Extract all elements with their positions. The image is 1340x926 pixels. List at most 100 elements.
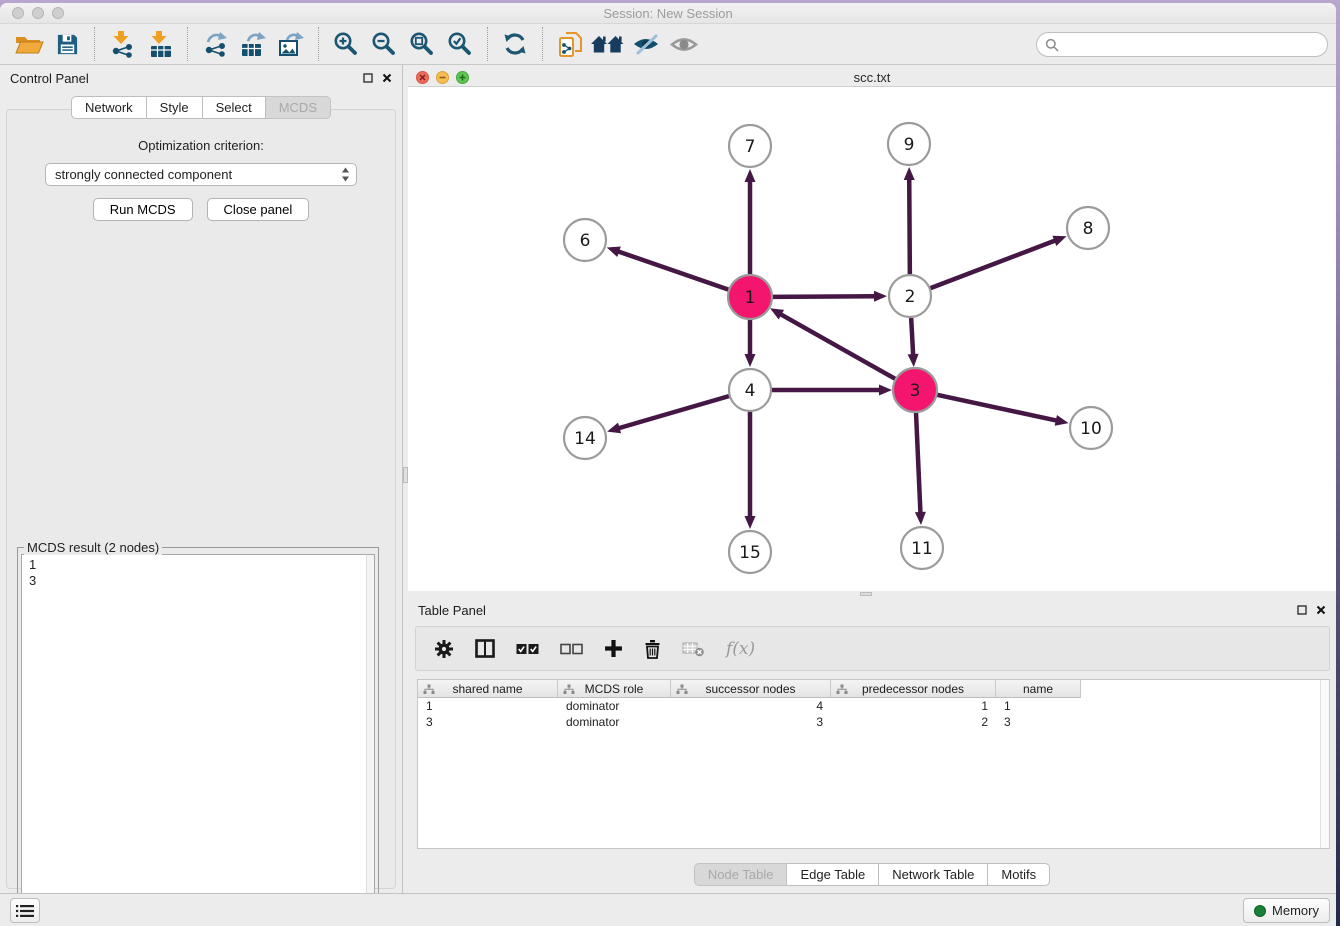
graph-edge-arrowhead [607,247,621,257]
search-input[interactable] [1064,37,1327,52]
graph-node-label: 6 [580,231,591,251]
import-network-icon[interactable] [103,27,141,61]
tab-node-table[interactable]: Node Table [694,863,788,886]
close-panel-icon[interactable] [382,73,392,83]
tab-edge-table[interactable]: Edge Table [787,863,879,886]
export-image-icon[interactable] [272,27,310,61]
table-cell[interactable]: 1 [996,698,1081,714]
splitter-grip[interactable] [860,592,872,596]
open-session-icon[interactable] [10,27,48,61]
tab-network[interactable]: Network [71,96,147,119]
tab-mcds[interactable]: MCDS [266,96,331,119]
control-panel-header: Control Panel [0,65,402,91]
search-icon [1045,38,1059,52]
graph-edge-3-1[interactable] [780,314,896,380]
memory-button[interactable]: Memory [1243,898,1330,923]
zoom-selected-icon[interactable] [441,27,479,61]
table-tabs: Node Table Edge Table Network Table Moti… [408,863,1336,886]
column-header-MCDS-role[interactable]: MCDS role [558,680,671,697]
graph-edge-3-10[interactable] [937,395,1058,421]
select-all-checkboxes-icon[interactable] [516,643,539,655]
network-canvas[interactable]: 7968124314101511 [408,87,1336,591]
status-bar: Memory [0,893,1336,926]
table-row[interactable]: 1dominator411 [418,698,1081,714]
zoom-window-button[interactable] [52,7,64,19]
minimize-window-button[interactable] [32,7,44,19]
zoom-out-icon[interactable] [365,27,403,61]
maximize-network-button[interactable] [456,71,469,84]
deselect-all-checkboxes-icon[interactable] [560,643,583,655]
graph-edge-1-6[interactable] [617,251,729,290]
task-history-button[interactable] [10,898,40,923]
table-cell[interactable]: 1 [831,698,996,714]
column-header-shared-name[interactable]: shared name [418,680,558,697]
graph-edge-3-11[interactable] [916,412,921,514]
table-cell[interactable]: 1 [418,698,558,714]
table-row[interactable]: 3dominator323 [418,714,1081,730]
graph-node-label: 10 [1080,419,1102,439]
table-scrollbar[interactable] [1320,680,1329,848]
column-header-predecessor-nodes[interactable]: predecessor nodes [831,680,996,697]
close-panel-button[interactable]: Close panel [207,198,310,221]
app-title: Session: New Session [603,6,732,21]
table-cell[interactable]: 3 [671,714,831,730]
float-panel-icon[interactable] [363,73,373,83]
show-columns-icon[interactable] [475,639,495,658]
tab-select[interactable]: Select [203,96,266,119]
graph-node-label: 1 [745,288,756,308]
table-cell[interactable]: 2 [831,714,996,730]
close-panel-icon[interactable] [1316,605,1326,615]
table-cell[interactable]: dominator [558,698,671,714]
home-icon[interactable] [589,27,627,61]
graph-node-label: 2 [905,287,916,307]
create-column-icon[interactable] [604,639,623,658]
hide-graphics-icon[interactable] [627,27,665,61]
tab-motifs[interactable]: Motifs [988,863,1050,886]
export-network-icon[interactable] [196,27,234,61]
table-cell[interactable]: 3 [996,714,1081,730]
memory-label: Memory [1272,903,1319,918]
graph-node-label: 11 [911,539,933,559]
float-panel-icon[interactable] [1297,605,1307,615]
graph-edge-2-9[interactable] [909,178,910,274]
table-cell[interactable]: 3 [418,714,558,730]
result-scrollbar[interactable] [366,554,375,915]
refresh-icon[interactable] [496,27,534,61]
table-cell[interactable]: 4 [671,698,831,714]
import-table-icon[interactable] [141,27,179,61]
toolbar-separator [187,27,188,61]
table-body: 1dominator4113dominator323 [418,698,1329,730]
graph-node-label: 8 [1083,219,1094,239]
tab-network-table[interactable]: Network Table [879,863,988,886]
column-header-name[interactable]: name [996,680,1081,697]
minimize-network-button[interactable] [436,71,449,84]
column-header-successor-nodes[interactable]: successor nodes [671,680,831,697]
graph-edge-2-3[interactable] [911,318,913,356]
close-network-button[interactable] [416,71,429,84]
table-settings-gear-icon[interactable] [434,639,454,659]
network-window-titlebar: scc.txt [408,68,1336,87]
criterion-dropdown[interactable]: strongly connected component [45,163,357,186]
table-cell[interactable]: dominator [558,714,671,730]
show-graphics-icon[interactable] [665,27,703,61]
clone-network-icon[interactable] [551,27,589,61]
table-header-row: shared nameMCDS rolesuccessor nodesprede… [418,680,1081,698]
zoom-in-icon[interactable] [327,27,365,61]
search-field[interactable] [1036,32,1328,57]
window-controls [12,7,64,19]
delete-column-trash-icon[interactable] [644,639,661,659]
close-window-button[interactable] [12,7,24,19]
main-toolbar [0,24,1336,65]
run-mcds-button[interactable]: Run MCDS [93,198,193,221]
graph-edge-4-14[interactable] [618,396,729,428]
network-window-controls [416,71,469,84]
zoom-fit-icon[interactable] [403,27,441,61]
tab-style[interactable]: Style [147,96,203,119]
delete-table-icon [682,641,705,657]
export-table-icon[interactable] [234,27,272,61]
graph-edge-1-2[interactable] [772,296,876,297]
save-session-icon[interactable] [48,27,86,61]
graph-edge-arrowhead [745,354,756,367]
graph-edge-2-8[interactable] [931,240,1057,288]
mcds-result-text[interactable]: 13 [21,554,375,915]
